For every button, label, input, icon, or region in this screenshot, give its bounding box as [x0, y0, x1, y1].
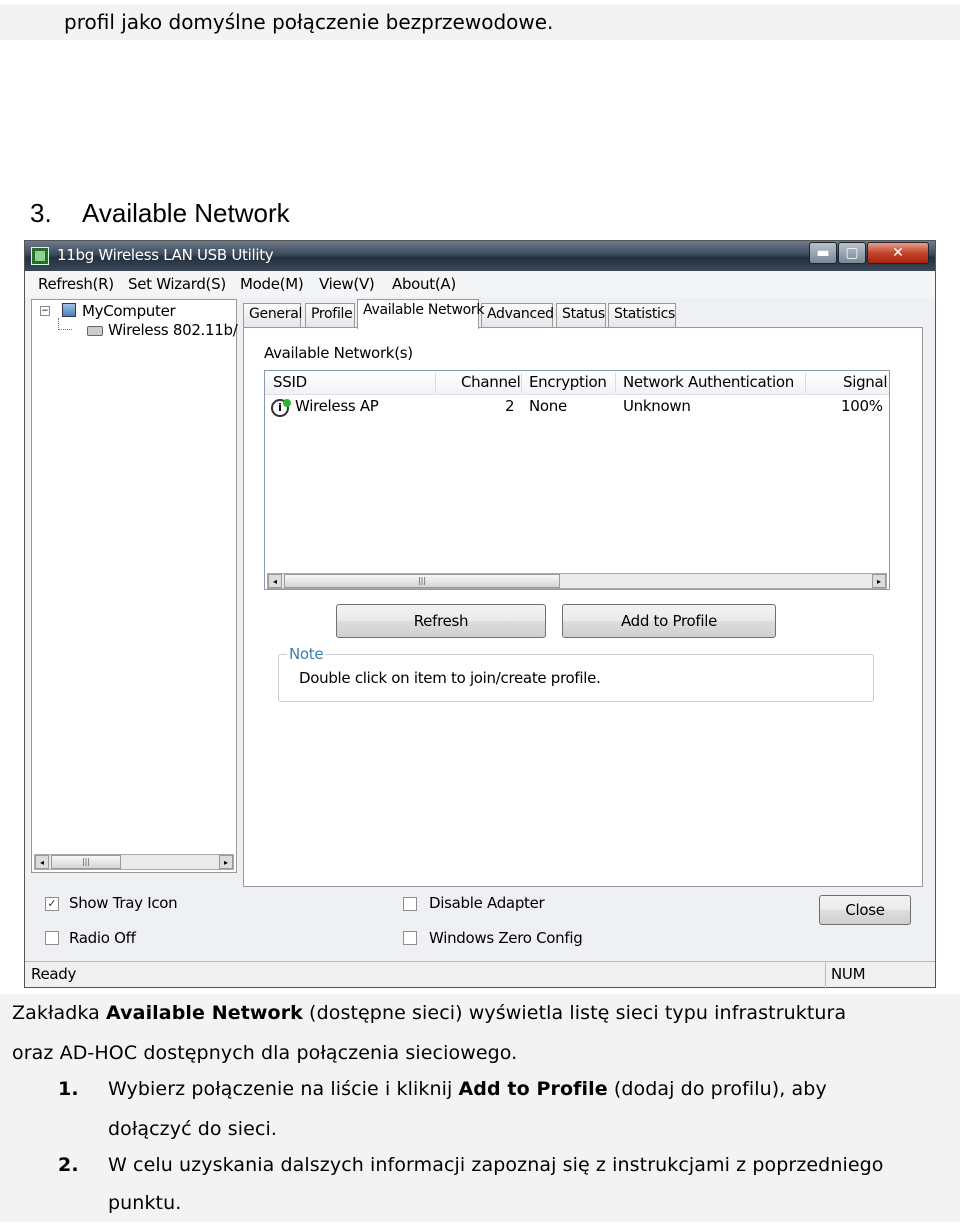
menu-bar: Refresh(R) Set Wizard(S) Mode(M) View(V)…: [25, 271, 935, 297]
step1-number: 1.: [58, 1078, 79, 1100]
menu-view[interactable]: View(V): [319, 275, 375, 293]
window-title: 11bg Wireless LAN USB Utility: [57, 246, 274, 264]
tab-available-network[interactable]: Available Network: [357, 299, 484, 329]
step1-bold: Add to Profile: [458, 1078, 608, 1100]
close-window-button[interactable]: ✕: [867, 242, 929, 264]
row-encryption[interactable]: None: [529, 397, 567, 415]
row-signal[interactable]: 100%: [841, 397, 883, 415]
minimize-button[interactable]: ▬: [809, 242, 837, 264]
device-tree[interactable]: − MyComputer Wireless 802.11b/ ◂ ||| ▸: [31, 299, 238, 873]
radio-off-checkbox[interactable]: [45, 931, 59, 945]
step1-text: Wybierz połączenie na liście i kliknij: [108, 1078, 459, 1100]
row-ssid[interactable]: Wireless AP: [295, 397, 379, 415]
step1-text-cont: (dodaj do profilu), aby: [607, 1078, 827, 1100]
para1-text-cont: (dostępne sieci) wyświetla listę sieci t…: [302, 1002, 847, 1024]
tree-item-mycomputer[interactable]: MyComputer: [82, 302, 176, 320]
scroll-thumb[interactable]: |||: [284, 574, 560, 588]
menu-about[interactable]: About(A): [392, 275, 456, 293]
step2-line1: W celu uzyskania dalszych informacji zap…: [108, 1154, 884, 1176]
disable-adapter-label: Disable Adapter: [429, 894, 545, 912]
status-ready: Ready: [31, 965, 77, 983]
scroll-left-icon[interactable]: ◂: [268, 574, 282, 588]
available-network-panel: Available Network(s) SSID Channel Encryp…: [243, 327, 923, 887]
access-point-icon: i: [271, 399, 291, 417]
step1-line1: Wybierz połączenie na liście i kliknij A…: [108, 1078, 827, 1100]
column-separator: [435, 373, 436, 393]
title-bar[interactable]: 11bg Wireless LAN USB Utility ▬ ▢ ✕: [25, 241, 935, 271]
tab-advanced[interactable]: Advanced: [481, 303, 554, 327]
column-network-auth[interactable]: Network Authentication: [623, 373, 794, 391]
computer-icon: [62, 303, 76, 317]
column-separator: [615, 373, 616, 393]
show-tray-icon-checkbox[interactable]: ✓: [45, 897, 59, 911]
row-auth[interactable]: Unknown: [623, 397, 691, 415]
top-text-band: profil jako domyślne połączenie bezprzew…: [0, 4, 960, 40]
disable-adapter-checkbox[interactable]: [403, 897, 417, 911]
close-button[interactable]: Close: [819, 895, 911, 925]
top-text-line: profil jako domyślne połączenie bezprzew…: [64, 10, 554, 34]
status-num: NUM: [831, 965, 866, 983]
note-box: Note Double click on item to join/create…: [278, 645, 874, 702]
app-icon: [31, 247, 49, 265]
windows-zero-config-label: Windows Zero Config: [429, 929, 583, 947]
tab-status[interactable]: Status: [556, 303, 606, 327]
section-heading: 3. Available Network: [30, 198, 290, 229]
wireless-adapter-icon: [87, 326, 103, 336]
section-number: 3.: [30, 198, 52, 228]
scroll-right-icon[interactable]: ▸: [219, 855, 233, 869]
column-channel[interactable]: Channel: [461, 373, 521, 391]
refresh-button[interactable]: Refresh: [336, 604, 546, 638]
column-ssid[interactable]: SSID: [273, 373, 307, 391]
status-bar: Ready NUM: [25, 961, 935, 988]
tab-general[interactable]: General: [243, 303, 302, 327]
network-list[interactable]: SSID Channel Encryption Network Authenti…: [264, 370, 890, 590]
para1-line2: oraz AD-HOC dostępnych dla połączenia si…: [12, 1042, 518, 1064]
utility-window: 11bg Wireless LAN USB Utility ▬ ▢ ✕ Refr…: [24, 240, 936, 988]
radio-off-label: Radio Off: [69, 929, 136, 947]
tree-item-wireless-adapter[interactable]: Wireless 802.11b/: [108, 321, 238, 339]
section-title: Available Network: [82, 198, 290, 228]
menu-refresh[interactable]: Refresh(R): [38, 275, 114, 293]
scroll-right-icon[interactable]: ▸: [872, 574, 886, 588]
column-separator: [805, 373, 806, 393]
note-title: Note: [287, 645, 326, 663]
column-separator: [521, 373, 522, 393]
windows-zero-config-checkbox[interactable]: [403, 931, 417, 945]
column-signal[interactable]: Signal: [843, 373, 888, 391]
tree-horizontal-scrollbar[interactable]: ◂ ||| ▸: [34, 854, 234, 870]
list-horizontal-scrollbar[interactable]: ◂ ||| ▸: [267, 573, 887, 589]
menu-mode[interactable]: Mode(M): [240, 275, 304, 293]
maximize-button[interactable]: ▢: [838, 242, 866, 264]
show-tray-icon-label: Show Tray Icon: [69, 894, 178, 912]
tree-line: [58, 318, 72, 330]
status-divider: [825, 962, 826, 988]
description-band: Zakładka Available Network (dostępne sie…: [0, 994, 960, 1222]
tab-statistics[interactable]: Statistics: [608, 303, 676, 327]
step2-number: 2.: [58, 1154, 79, 1176]
tab-profile[interactable]: Profile: [305, 303, 355, 327]
row-channel[interactable]: 2: [505, 397, 515, 415]
para1-line1: Zakładka Available Network (dostępne sie…: [12, 1002, 846, 1024]
available-networks-label: Available Network(s): [264, 344, 413, 362]
column-encryption[interactable]: Encryption: [529, 373, 607, 391]
network-list-header: SSID Channel Encryption Network Authenti…: [265, 371, 889, 395]
note-text: Double click on item to join/create prof…: [299, 669, 601, 687]
menu-set-wizard[interactable]: Set Wizard(S): [128, 275, 226, 293]
step2-line2: punktu.: [108, 1192, 182, 1214]
tree-expander[interactable]: −: [40, 306, 50, 316]
scroll-left-icon[interactable]: ◂: [35, 855, 49, 869]
step1-line2: dołączyć do sieci.: [108, 1118, 278, 1140]
para1-bold: Available Network: [106, 1002, 303, 1024]
para1-text: Zakładka: [12, 1002, 107, 1024]
scroll-thumb[interactable]: |||: [51, 855, 121, 869]
add-to-profile-button[interactable]: Add to Profile: [562, 604, 776, 638]
